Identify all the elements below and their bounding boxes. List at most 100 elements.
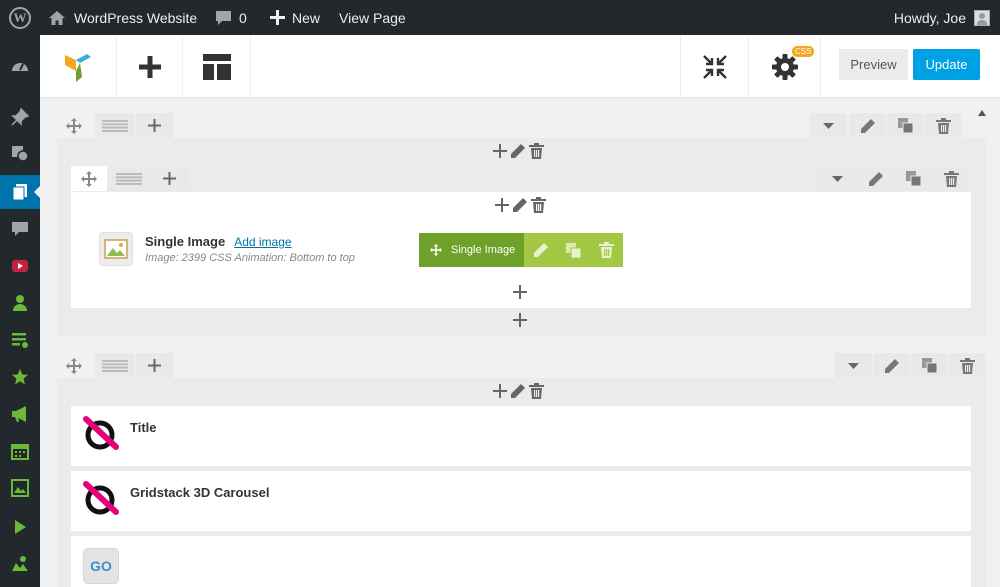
single-image-header: Single Image Add image [145,234,292,249]
comments-link[interactable]: 0 [215,0,247,35]
builder-toolbar: CSS Preview Update [40,35,1000,98]
sidebar-item-videos[interactable] [0,510,40,544]
view-page-link[interactable]: View Page [339,0,406,35]
row-2-delete-button[interactable] [949,353,986,378]
page-settings-button[interactable]: CSS [748,35,821,98]
image-icon [104,239,128,259]
element-card-title[interactable]: Title [71,406,971,466]
plus-icon[interactable] [513,285,527,299]
copy-icon [906,171,922,187]
single-image-element-icon [99,232,133,266]
element-card-gridstack-carousel[interactable]: Gridstack 3D Carousel [71,471,971,531]
single-image-clone-button[interactable] [557,233,590,267]
row-1-clone-button[interactable] [887,113,924,138]
element-card-go[interactable]: GO [71,536,971,587]
add-element-button[interactable] [117,35,183,98]
plus-icon[interactable] [495,198,509,212]
view-page-label: View Page [339,9,406,26]
sidebar-item-comments[interactable] [0,212,40,246]
inner-row-add-column-button[interactable] [151,166,188,191]
comment-bubble-icon [216,10,231,25]
row-1-move-handle[interactable] [57,113,91,138]
row-1-add-column-button[interactable] [136,113,173,138]
move-arrows-icon [430,244,442,256]
pencil-icon[interactable] [510,383,526,399]
row-1-delete-button[interactable] [925,113,962,138]
site-name-link[interactable]: WordPress Website [48,0,197,35]
plus-icon[interactable] [493,144,507,158]
templates-button[interactable] [183,35,251,98]
row-2-clone-button[interactable] [911,353,948,378]
pin-icon [11,108,29,126]
update-button[interactable]: Update [913,49,980,80]
single-image-delete-button[interactable] [590,233,623,267]
plus-icon[interactable] [513,313,527,327]
inner-row-edit-button[interactable] [857,166,894,191]
row-1-controls [57,113,977,138]
row-2-controls [57,353,987,378]
sidebar-item-reviews[interactable] [0,360,40,394]
copy-icon [566,242,582,258]
row-2-add-column-button[interactable] [136,353,173,378]
single-image-move-handle[interactable]: Single Image [419,233,524,267]
sidebar-item-youtube[interactable] [0,249,40,283]
pencil-icon [884,358,899,373]
row-2-layout-button[interactable] [95,353,135,378]
media-icon [12,146,29,162]
fullscreen-button[interactable] [680,35,748,98]
pencil-icon[interactable] [512,197,528,213]
account-menu[interactable]: Howdy, Joe [894,0,990,35]
sidebar-item-media[interactable] [0,136,40,170]
inner-row-layout-button[interactable] [109,166,149,191]
row-1-edit-button[interactable] [849,113,886,138]
gallery-icon [11,479,29,497]
plus-icon [148,359,161,372]
sidebar-item-pages[interactable] [0,175,40,209]
row-2-move-handle[interactable] [57,353,91,378]
sidebar-item-announcements[interactable] [0,397,40,431]
sidebar-item-gallery[interactable] [0,471,40,505]
site-name: WordPress Website [74,9,198,26]
pencil-icon[interactable] [510,143,526,159]
row-layout-icon [102,119,128,132]
single-image-title: Single Image [145,234,226,249]
sidebar-item-users[interactable] [0,286,40,320]
inner-row-clone-button[interactable] [895,166,932,191]
plus-icon[interactable] [493,384,507,398]
trash-icon[interactable] [529,143,544,159]
play-icon [15,520,26,534]
column-1-controls [493,142,544,160]
wordpress-logo-button[interactable]: W [0,0,40,35]
sidebar-item-dashboard[interactable] [0,50,40,84]
single-image-edit-button[interactable] [524,233,557,267]
trash-icon[interactable] [529,383,544,399]
sidebar-item-events[interactable] [0,434,40,468]
sidebar-item-locations[interactable] [0,547,40,581]
megaphone-icon [12,406,26,422]
row-2-toggle-button[interactable] [835,353,872,378]
element-hover-controls: Single Image [419,233,623,267]
preview-button[interactable]: Preview [839,49,908,80]
row-1-layout-button[interactable] [95,113,135,138]
builder-logo-button[interactable] [40,35,117,98]
avatar [974,9,990,26]
scroll-up-arrow-icon[interactable] [978,110,986,116]
row-layout-icon [116,172,142,185]
row-2-edit-button[interactable] [873,353,910,378]
inner-row-toggle-button[interactable] [819,166,856,191]
map-icon [12,556,28,571]
sidebar-item-posts[interactable] [0,100,40,134]
copy-icon [922,358,938,374]
row-1-toggle-button[interactable] [810,113,847,138]
sidebar-item-playlist[interactable] [0,323,40,357]
column-2-controls [493,382,544,400]
trash-icon[interactable] [531,197,546,213]
builder-logo-icon [65,53,91,82]
pencil-icon [533,243,548,257]
inner-row-move-handle[interactable] [71,166,107,191]
inner-column-controls [495,196,546,214]
add-image-link[interactable]: Add image [234,235,291,249]
inner-row-delete-button[interactable] [933,166,970,191]
admin-sidebar [0,35,40,587]
new-content-link[interactable]: New [270,0,320,35]
